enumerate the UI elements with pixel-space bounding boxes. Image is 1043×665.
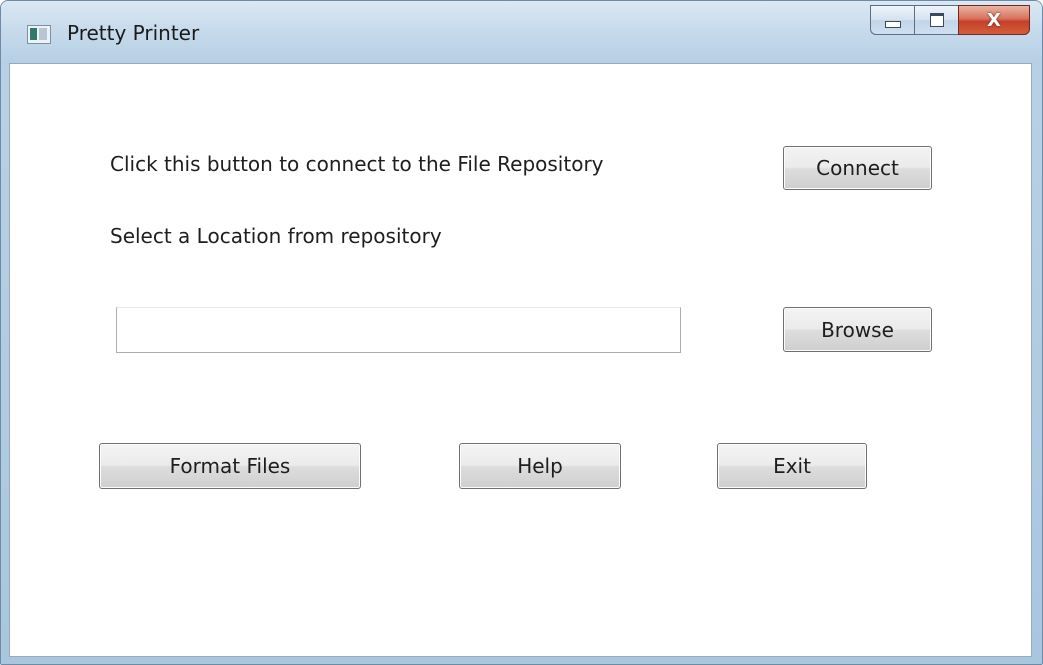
connect-prompt-label: Click this button to connect to the File…	[110, 152, 604, 176]
exit-button[interactable]: Exit	[717, 443, 867, 489]
caption-buttons: X	[870, 5, 1030, 35]
window-title: Pretty Printer	[67, 21, 200, 45]
connect-button[interactable]: Connect	[783, 146, 932, 190]
format-files-button[interactable]: Format Files	[99, 443, 361, 489]
help-button[interactable]: Help	[459, 443, 621, 489]
app-window: Pretty Printer X Click this button to co…	[0, 0, 1043, 665]
maximize-button[interactable]	[914, 5, 958, 35]
minimize-icon	[884, 20, 901, 28]
app-icon[interactable]	[27, 25, 51, 44]
client-area: Click this button to connect to the File…	[9, 63, 1032, 657]
location-prompt-label: Select a Location from repository	[110, 224, 442, 248]
browse-button[interactable]: Browse	[783, 307, 932, 352]
close-icon: X	[987, 9, 1001, 31]
title-bar[interactable]: Pretty Printer X	[1, 1, 1042, 63]
minimize-button[interactable]	[870, 5, 914, 35]
maximize-icon	[929, 13, 944, 27]
location-input[interactable]	[116, 307, 681, 353]
close-button[interactable]: X	[958, 5, 1030, 35]
